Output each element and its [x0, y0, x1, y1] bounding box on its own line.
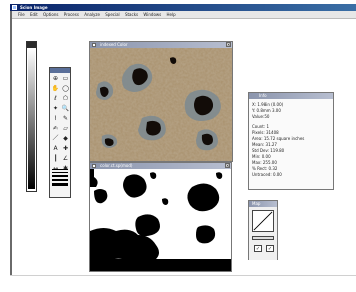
line-width-2[interactable]: [52, 172, 68, 173]
binary-image-canvas[interactable]: [90, 169, 231, 271]
line-width-4[interactable]: [52, 179, 68, 181]
info-title: Info: [259, 93, 267, 98]
info-line: Untraced: 0.00: [252, 172, 282, 177]
menu-process[interactable]: Process: [64, 12, 79, 17]
app-title-bar: Scion Image: [10, 4, 356, 11]
map-button-right[interactable]: ✓: [266, 245, 274, 252]
color-image-canvas[interactable]: [90, 48, 232, 161]
menu-bar: File Edit Options Process Analyze Specia…: [10, 11, 356, 19]
move-icon[interactable]: ⊕: [51, 74, 60, 83]
menu-stacks[interactable]: Stacks: [125, 12, 138, 17]
tools-palette: ⊕▭✋◯ℓ⬠✦🔍⌇✎✍▱／◆A✚┃∠↔✱: [49, 67, 71, 198]
map-window: Map ✓ ✓: [248, 200, 278, 260]
info-window: Info X: 1.98in (0.00) Y: 0.8mm 3.00 Valu…: [248, 92, 334, 190]
line-width-5[interactable]: [52, 183, 68, 186]
map-slider[interactable]: [252, 236, 274, 240]
ruler-icon[interactable]: ┃: [51, 154, 60, 163]
close-icon[interactable]: ×: [225, 163, 230, 168]
fill-icon[interactable]: ◆: [61, 134, 70, 143]
select-rect-icon[interactable]: ▭: [61, 74, 70, 83]
menu-edit[interactable]: Edit: [30, 12, 38, 17]
line-icon[interactable]: ／: [51, 134, 60, 143]
tools-grid: ⊕▭✋◯ℓ⬠✦🔍⌇✎✍▱／◆A✚┃∠↔✱: [51, 74, 70, 173]
map-title: Map: [252, 201, 261, 206]
text-icon[interactable]: A: [51, 144, 60, 153]
pencil-icon[interactable]: ✎: [61, 114, 70, 123]
info-title-bar[interactable]: Info: [249, 93, 333, 99]
angle-icon[interactable]: ∠: [61, 154, 70, 163]
status-divider: [10, 275, 356, 276]
binary-image-window: color.ct.sp(mod) ×: [89, 162, 232, 272]
map-curve-plot[interactable]: [252, 210, 274, 232]
binary-image-title: color.ct.sp(mod): [100, 163, 133, 168]
lut-title-bar[interactable]: [27, 42, 36, 48]
menu-windows[interactable]: Windows: [143, 12, 161, 17]
lut-window[interactable]: [26, 41, 37, 192]
lasso-icon[interactable]: ℓ: [51, 94, 60, 103]
binary-image-title-bar[interactable]: color.ct.sp(mod) ×: [90, 163, 231, 169]
color-image-title: indexed Color: [100, 42, 128, 47]
crosshair-icon[interactable]: ✚: [61, 144, 70, 153]
lut-gradient: [28, 49, 35, 189]
menu-file[interactable]: File: [18, 12, 25, 17]
window-icon: [92, 164, 96, 168]
brush-icon[interactable]: ✍: [51, 124, 60, 133]
hand-icon[interactable]: ✋: [51, 84, 60, 93]
select-oval-icon[interactable]: ◯: [61, 84, 70, 93]
polygon-icon[interactable]: ⬠: [61, 94, 70, 103]
line-width-3[interactable]: [52, 175, 68, 177]
map-button-left[interactable]: ✓: [254, 245, 262, 252]
color-image-window: indexed Color ×: [89, 41, 233, 162]
eraser-icon[interactable]: ▱: [61, 124, 70, 133]
map-curve: [253, 211, 273, 231]
menu-options[interactable]: Options: [43, 12, 58, 17]
map-body: ✓ ✓: [249, 207, 277, 260]
line-width-1[interactable]: [52, 169, 68, 170]
app-icon: [12, 5, 17, 10]
dropper-icon[interactable]: ⌇: [51, 114, 60, 123]
color-image-title-bar[interactable]: indexed Color ×: [90, 42, 232, 48]
app-title: Scion Image: [20, 5, 48, 10]
window-left-edge: [10, 11, 12, 275]
line-width-selector[interactable]: [52, 169, 68, 188]
wand-icon[interactable]: ✦: [51, 104, 60, 113]
menu-special[interactable]: Special: [105, 12, 119, 17]
close-icon[interactable]: ×: [226, 42, 231, 47]
zoom-icon[interactable]: 🔍: [61, 104, 70, 113]
info-body: X: 1.98in (0.00) Y: 0.8mm 3.00 Value:50 …: [249, 99, 333, 181]
menu-analyze[interactable]: Analyze: [84, 12, 100, 17]
menu-help[interactable]: Help: [167, 12, 176, 17]
tools-title-bar[interactable]: [50, 68, 70, 73]
window-icon: [92, 43, 96, 47]
